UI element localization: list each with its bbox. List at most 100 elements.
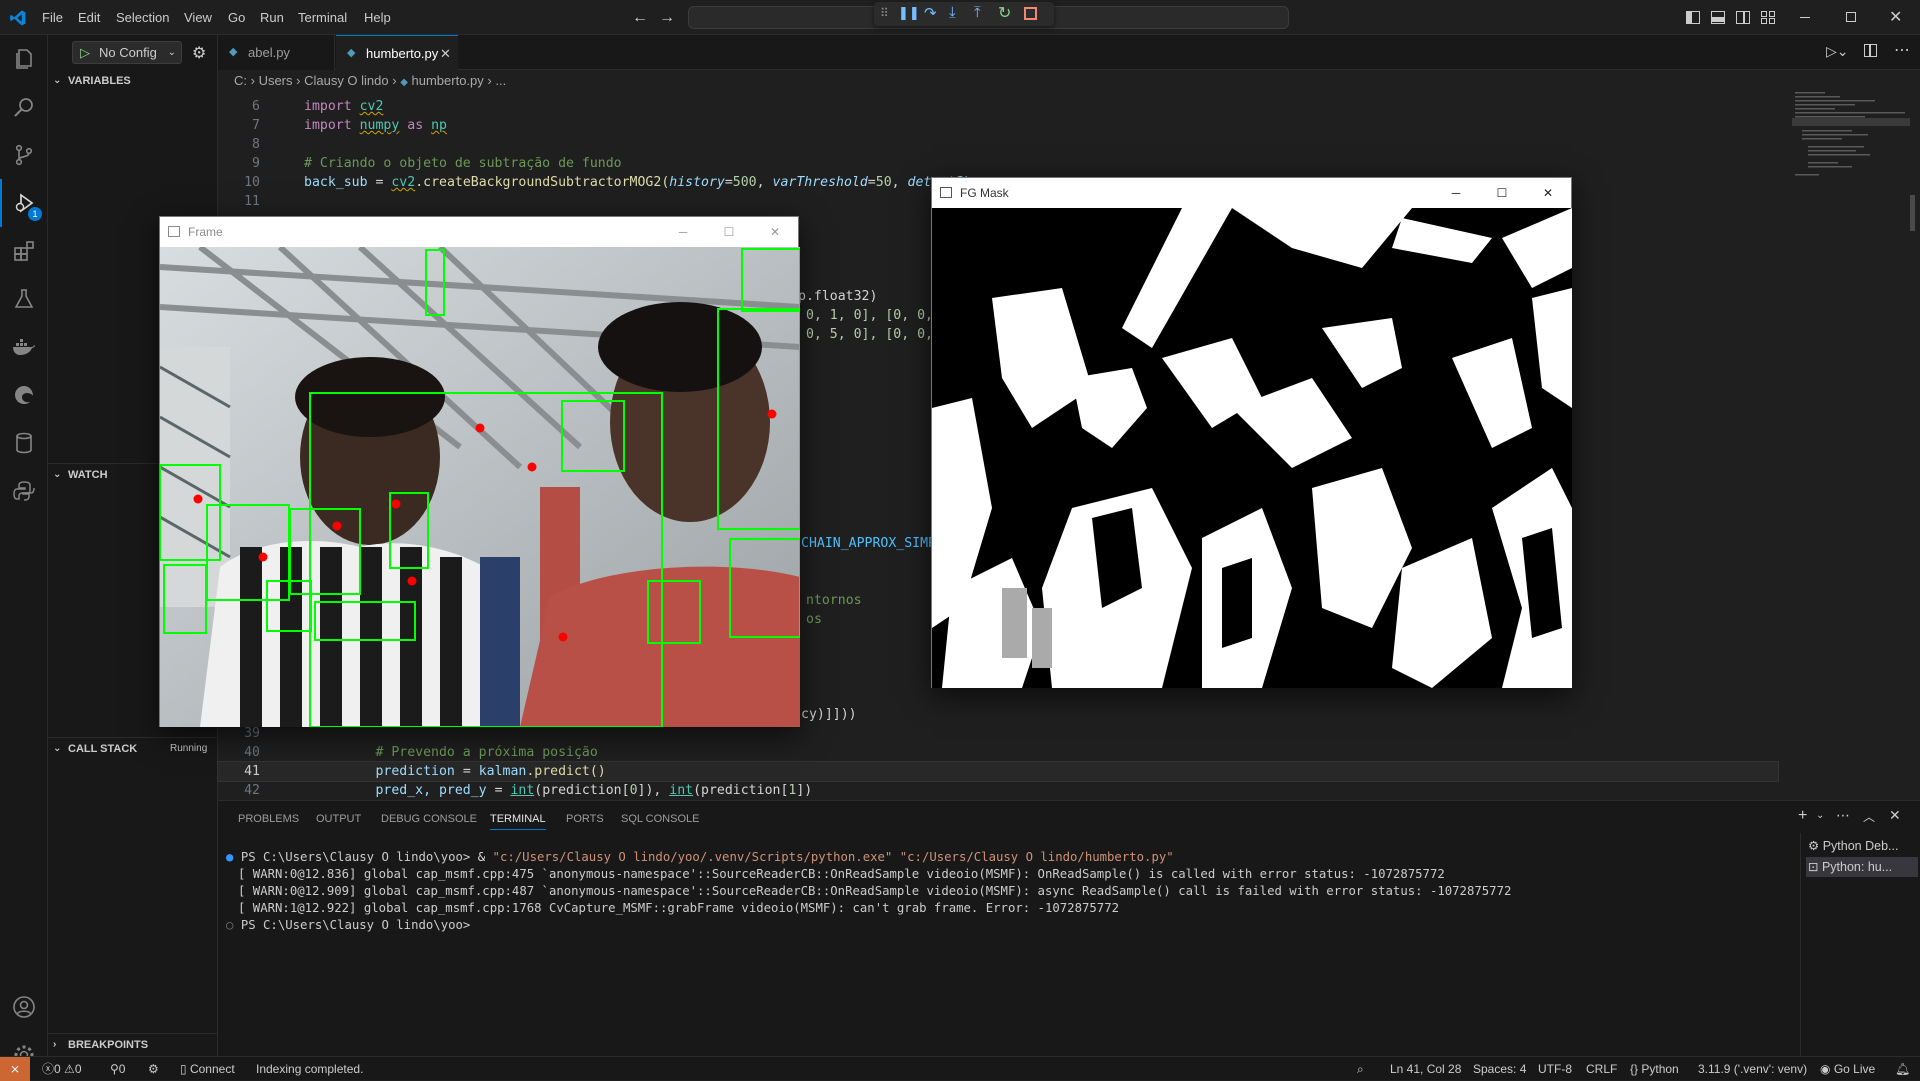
menu-terminal[interactable]: Terminal [298, 0, 347, 35]
maximize-icon[interactable]: ☐ [706, 217, 752, 247]
code-line[interactable]: 9 # Criando o objeto de subtração de fund… [218, 154, 1778, 173]
code-line[interactable]: 42 pred_x, pred_y = int(prediction[0]), … [218, 781, 1778, 800]
code-line[interactable]: 40 # Prevendo a próxima posição [218, 743, 1778, 762]
run-config-dropdown[interactable]: ▷ No Config ⌄ [72, 41, 182, 64]
tab-output[interactable]: OUTPUT [316, 808, 361, 830]
minimize-icon[interactable]: ─ [1433, 178, 1479, 208]
breadcrumb-symbol[interactable]: ... [495, 73, 506, 88]
editor-scrollbar[interactable] [1910, 195, 1915, 231]
split-editor-icon[interactable] [1864, 44, 1877, 57]
chevron-down-icon[interactable]: ⌄ [1816, 810, 1824, 821]
stop-icon[interactable] [1024, 7, 1037, 20]
account-icon[interactable] [0, 983, 48, 1031]
back-arrow-icon[interactable]: ← [632, 9, 648, 27]
tab-debug-console[interactable]: DEBUG CONSOLE [381, 808, 477, 830]
breakpoints-section-header[interactable]: › BREAKPOINTS [48, 1033, 218, 1055]
minimize-icon[interactable]: ─ [660, 217, 706, 247]
breadcrumb-folder[interactable]: Clausy O lindo [304, 73, 389, 88]
variables-section-header[interactable]: ⌄ VARIABLES [48, 70, 218, 92]
menu-help[interactable]: Help [364, 0, 391, 35]
new-terminal-icon[interactable]: + [1798, 807, 1807, 825]
step-over-icon[interactable]: ↷ [924, 4, 937, 22]
testing-flask-icon[interactable] [0, 275, 48, 323]
menu-file[interactable]: File [42, 0, 63, 35]
menu-edit[interactable]: Edit [78, 0, 100, 35]
eol-status[interactable]: CRLF [1586, 1057, 1617, 1081]
more-actions-icon[interactable]: ⋯ [1894, 40, 1910, 60]
tab-abel[interactable]: ◆ abel.py [218, 35, 335, 70]
menu-run[interactable]: Run [260, 0, 284, 35]
docker-icon[interactable] [0, 323, 48, 371]
search-icon[interactable] [0, 83, 48, 131]
remote-indicator-icon[interactable]: ⨯ [0, 1057, 30, 1081]
toggle-secondary-sidebar-icon[interactable] [1736, 11, 1750, 24]
maximize-icon[interactable]: ☐ [1479, 178, 1525, 208]
gear-icon[interactable]: ⚙ [192, 43, 206, 63]
close-icon[interactable]: ✕ [1525, 178, 1571, 208]
explorer-icon[interactable] [0, 35, 48, 83]
tab-sql-console[interactable]: SQL CONSOLE [621, 808, 699, 830]
breadcrumb-users[interactable]: Users [259, 73, 293, 88]
breadcrumb-file[interactable]: humberto.py [412, 73, 484, 88]
fg-mask-window-title: FG Mask [960, 186, 1009, 200]
run-python-file-icon[interactable]: ▷⌄ [1826, 43, 1849, 60]
extensions-icon[interactable] [0, 227, 48, 275]
menu-go[interactable]: Go [228, 0, 245, 35]
database-icon[interactable] [0, 419, 48, 467]
close-icon[interactable]: ✕ [752, 217, 798, 247]
tab-humberto[interactable]: ◆ humberto.py ✕ [336, 35, 458, 70]
maximize-panel-icon[interactable]: ︿ [1863, 808, 1875, 825]
fg-mask-window-titlebar[interactable]: FG Mask ─ ☐ ✕ [932, 178, 1571, 208]
warning-count: 0 [74, 1062, 82, 1076]
run-and-debug-icon[interactable]: 1 [0, 179, 48, 227]
menu-view[interactable]: View [184, 0, 212, 35]
restart-icon[interactable]: ↻ [998, 3, 1011, 23]
frame-window[interactable]: Frame ─ ☐ ✕ [159, 216, 800, 727]
cursor-position[interactable]: Ln 41, Col 28 [1390, 1057, 1461, 1081]
forward-arrow-icon[interactable]: → [659, 9, 675, 27]
go-live-status[interactable]: ◉ Go Live [1820, 1057, 1875, 1081]
code-line[interactable]: 6 import cv2 [218, 97, 1778, 116]
language-status[interactable]: {} Python [1630, 1057, 1679, 1081]
terminal-list-item-debug[interactable]: ⚙ Python Deb... [1808, 836, 1918, 856]
encoding-status[interactable]: UTF-8 [1538, 1057, 1572, 1081]
step-out-icon[interactable]: ⤒ [974, 4, 981, 21]
minimize-icon[interactable] [1800, 17, 1810, 18]
menu-selection[interactable]: Selection [116, 0, 169, 35]
toggle-sidebar-icon[interactable] [1686, 11, 1700, 24]
more-actions-icon[interactable]: ⋯ [1836, 807, 1850, 824]
minimap[interactable] [1792, 90, 1910, 200]
terminal-list-item-python[interactable]: ⊡ Python: hu... [1806, 857, 1918, 877]
tab-ports[interactable]: PORTS [566, 808, 604, 830]
code-line[interactable]: 7 import numpy as np [218, 116, 1778, 135]
interpreter-status[interactable]: 3.11.9 ('.venv': venv) [1698, 1057, 1807, 1081]
indentation-status[interactable]: Spaces: 4 [1473, 1057, 1526, 1081]
close-panel-icon[interactable]: ✕ [1889, 807, 1901, 824]
step-into-icon[interactable]: ⤓ [949, 4, 956, 21]
close-tab-icon[interactable]: ✕ [440, 36, 451, 71]
debug-status-icon[interactable]: ⚙ [148, 1057, 159, 1081]
edge-browser-icon[interactable] [0, 371, 48, 419]
connect-status[interactable]: ▯ Connect [180, 1057, 235, 1081]
close-window-icon[interactable]: ✕ [1889, 7, 1902, 27]
customize-layout-icon[interactable] [1761, 11, 1775, 24]
code-line[interactable]: 8 [218, 135, 1778, 154]
code-line-current[interactable]: 41 prediction = kalman.predict() [217, 761, 1779, 782]
drag-handle-icon[interactable]: ⠿ [880, 6, 889, 20]
python-environments-icon[interactable] [0, 467, 48, 515]
frame-window-titlebar[interactable]: Frame ─ ☐ ✕ [160, 217, 798, 247]
source-control-icon[interactable] [0, 131, 48, 179]
zoom-icon[interactable]: ⌕ [1357, 1057, 1364, 1081]
tab-problems[interactable]: PROBLEMS [238, 808, 299, 830]
call-stack-label: CALL STACK [68, 743, 138, 755]
breadcrumb-drive[interactable]: C: [234, 73, 247, 88]
toggle-panel-icon[interactable] [1711, 11, 1725, 24]
problems-status[interactable]: ⓧ0 ⚠0 [42, 1057, 82, 1081]
restore-icon[interactable] [1846, 12, 1856, 22]
notifications-bell-icon[interactable]: 🔔︎ [1895, 1057, 1910, 1081]
fg-mask-window[interactable]: FG Mask ─ ☐ ✕ [931, 177, 1572, 688]
tab-terminal[interactable]: TERMINAL [490, 808, 546, 830]
ports-status[interactable]: ⚲0 [110, 1057, 125, 1081]
call-stack-section-header[interactable]: ⌄ CALL STACK Running [48, 737, 218, 759]
pause-icon[interactable]: ❚❚ [898, 5, 920, 21]
